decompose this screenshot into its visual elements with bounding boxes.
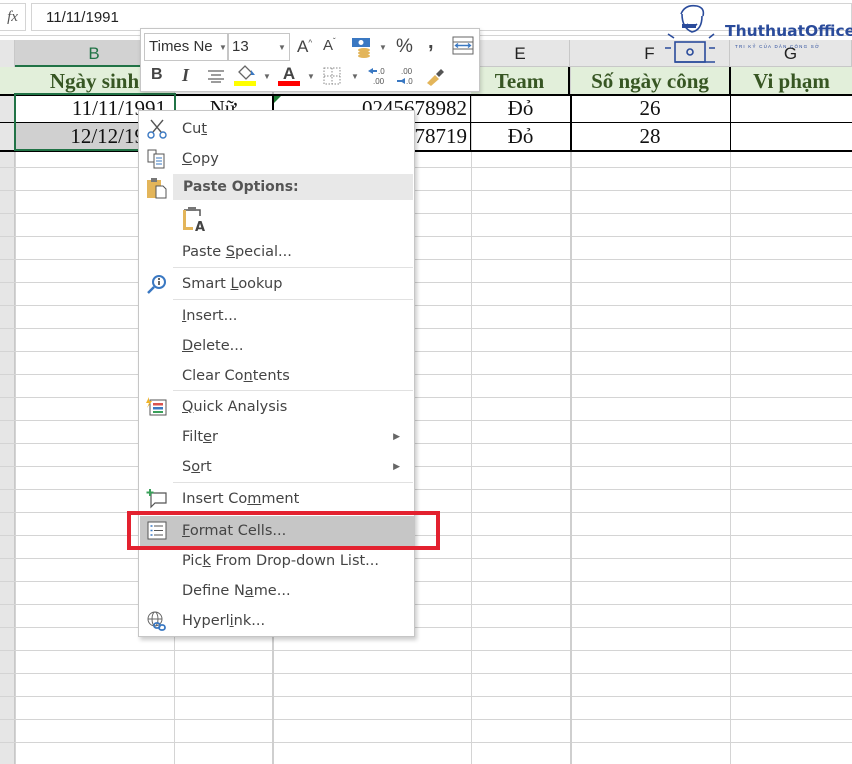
font-name-chevron-down-icon[interactable]: ▼: [219, 43, 227, 52]
menu-item-insert-comment[interactable]: Insert Comment: [140, 484, 414, 514]
menu-item-sort[interactable]: Sort ▶: [140, 452, 414, 482]
paste-text-only-icon: A: [183, 207, 205, 235]
menu-item-cut[interactable]: Cut: [140, 114, 414, 144]
font-size-chevron-down-icon[interactable]: ▼: [278, 43, 286, 52]
logo-tagline: TRI KỶ CỦA DÂN CÔNG SỞ: [735, 44, 821, 49]
format-cells-highlight-box: [127, 511, 440, 550]
percent-style-icon[interactable]: %: [396, 36, 413, 58]
paste-keep-text-only-button[interactable]: A: [182, 205, 208, 235]
paste-options-header: Paste Options:: [173, 174, 413, 200]
menu-item-define-name[interactable]: Define Name...: [140, 576, 414, 606]
font-color-icon[interactable]: A: [278, 64, 300, 86]
spreadsheet-grid: B E F G Ngày sinh Team Số ngày công Vi p…: [0, 36, 852, 764]
mascot-icon: [665, 4, 715, 63]
menu-separator: [173, 482, 413, 483]
context-menu: Cut Copy Paste Options: A Paste Special.…: [138, 110, 415, 637]
menu-item-pick-from-dropdown[interactable]: Pick From Drop-down List...: [140, 546, 414, 576]
align-center-icon[interactable]: [207, 69, 225, 83]
svg-text:A: A: [195, 220, 205, 233]
svg-text:.00: .00: [401, 67, 413, 76]
font-size-value: 13: [232, 38, 249, 55]
decrease-decimal-icon[interactable]: .00 .0: [395, 66, 417, 86]
menu-item-clear-contents[interactable]: Clear Contents: [140, 361, 414, 391]
menu-separator: [173, 267, 413, 268]
insert-comment-icon: [146, 489, 167, 509]
menu-item-smart-lookup[interactable]: Smart Lookup: [140, 269, 414, 299]
menu-item-label: Delete...: [182, 338, 244, 354]
increase-decimal-icon[interactable]: .0 .00: [366, 66, 388, 86]
menu-item-quick-analysis[interactable]: Quick Analysis: [140, 392, 414, 422]
menu-item-hyperlink[interactable]: Hyperlink...: [140, 606, 414, 636]
svg-text:A: A: [283, 64, 295, 83]
cell-f-row2[interactable]: 28: [570, 123, 730, 150]
scissors-icon: [147, 119, 167, 139]
submenu-arrow-icon: ▶: [393, 462, 400, 472]
menu-item-label: Cut: [182, 121, 208, 137]
row-headers[interactable]: [0, 40, 15, 764]
menu-item-label: Sort: [182, 459, 212, 475]
menu-item-label: Copy: [182, 151, 219, 167]
header-cell-a[interactable]: [0, 67, 15, 94]
quick-analysis-icon: [146, 397, 167, 416]
font-color-swatch: [278, 81, 300, 86]
cell-g-row1[interactable]: [730, 95, 852, 122]
menu-item-label: Pick From Drop-down List...: [182, 553, 380, 569]
menu-item-label: Filter: [182, 429, 218, 445]
format-painter-icon[interactable]: [424, 66, 446, 86]
hyperlink-icon: [147, 611, 166, 631]
borders-chevron-down-icon[interactable]: ▼: [351, 72, 359, 81]
cell-e-row2[interactable]: Đỏ: [471, 123, 570, 150]
accounting-format-icon[interactable]: [351, 36, 373, 58]
increase-font-size-icon[interactable]: A^: [297, 37, 312, 57]
logo-title: ThuthuatOffice: [725, 22, 852, 40]
menu-item-label: Define Name...: [182, 583, 291, 599]
menu-item-delete[interactable]: Delete...: [140, 331, 414, 361]
menu-item-label: Hyperlink...: [182, 613, 266, 629]
menu-item-filter[interactable]: Filter ▶: [140, 422, 414, 452]
menu-separator: [173, 390, 413, 391]
thuthuatoffice-logo: ThuthuatOffice TRI KỶ CỦA DÂN CÔNG SỞ: [665, 2, 852, 64]
insert-function-button[interactable]: fx: [0, 3, 26, 31]
clipboard-icon: [147, 178, 167, 199]
svg-text:.0: .0: [378, 67, 385, 76]
cell-f-row1[interactable]: 26: [570, 95, 730, 122]
fill-color-icon[interactable]: [234, 64, 258, 86]
menu-item-label: Insert...: [182, 308, 238, 324]
svg-text:.0: .0: [406, 77, 413, 86]
menu-item-paste-special[interactable]: Paste Special...: [140, 237, 414, 267]
menu-item-label: Quick Analysis: [182, 399, 288, 415]
smart-lookup-icon: [147, 275, 166, 294]
menu-item-label: Clear Contents: [182, 368, 290, 384]
header-cell-f[interactable]: Số ngày công: [571, 67, 731, 94]
menu-item-insert[interactable]: Insert...: [140, 301, 414, 331]
merge-center-icon[interactable]: [452, 36, 474, 55]
copy-icon: [147, 149, 165, 169]
menu-item-copy[interactable]: Copy: [140, 144, 414, 174]
menu-item-label: Insert Comment: [182, 491, 300, 507]
comma-style-icon[interactable]: ,: [428, 31, 434, 54]
menu-item-label: Smart Lookup: [182, 276, 283, 292]
cell-g-row2[interactable]: [730, 123, 852, 150]
fill-color-swatch: [234, 81, 256, 86]
bold-button[interactable]: B: [151, 66, 163, 84]
menu-item-label: Paste Special...: [182, 244, 292, 260]
borders-icon[interactable]: [323, 67, 341, 85]
header-cell-e[interactable]: Team: [471, 67, 570, 94]
error-indicator-icon[interactable]: [274, 96, 281, 103]
column-header-e[interactable]: E: [471, 40, 570, 67]
header-cell-g[interactable]: Vi phạm: [731, 67, 852, 94]
italic-button[interactable]: I: [182, 65, 189, 86]
fill-color-chevron-down-icon[interactable]: ▼: [263, 72, 271, 81]
menu-separator: [173, 299, 413, 300]
accounting-chevron-down-icon[interactable]: ▼: [379, 43, 387, 52]
font-name-value: Times Ne: [149, 38, 213, 55]
font-name-dropdown[interactable]: Times Ne: [144, 33, 228, 61]
mini-toolbar: Times Ne ▼ 13 ▼ A^ Aˇ ▼ % , B I ▼ A ▼ ▼ …: [140, 28, 480, 92]
svg-text:.00: .00: [373, 77, 385, 86]
font-color-chevron-down-icon[interactable]: ▼: [307, 72, 315, 81]
cell-e-row1[interactable]: Đỏ: [471, 95, 570, 122]
submenu-arrow-icon: ▶: [393, 432, 400, 442]
decrease-font-size-icon[interactable]: Aˇ: [323, 37, 336, 54]
